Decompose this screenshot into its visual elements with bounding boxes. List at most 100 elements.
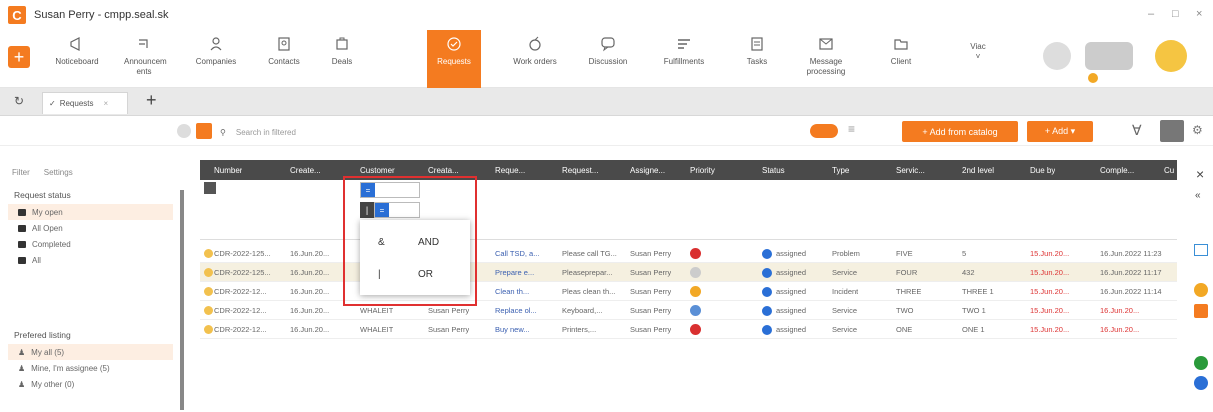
col-2nd-level[interactable]: 2nd level bbox=[962, 160, 994, 180]
toolbar-discussion[interactable]: Discussion bbox=[580, 30, 636, 88]
col-cu[interactable]: Cu bbox=[1164, 160, 1174, 180]
toolbar-fulfillments[interactable]: Fulfillments bbox=[655, 30, 713, 88]
col-priority[interactable]: Priority bbox=[690, 160, 715, 180]
sidebar-item-my-open[interactable]: My open bbox=[8, 204, 173, 220]
col-assignee[interactable]: Assigne... bbox=[630, 160, 665, 180]
table-cell: Susan Perry bbox=[630, 287, 672, 296]
tasks-icon bbox=[749, 36, 765, 52]
sidebar-scrollbar[interactable] bbox=[180, 190, 184, 410]
toolbar-message-processing[interactable]: Message processing bbox=[795, 30, 857, 88]
table-cell: 16.Jun.20... bbox=[290, 268, 330, 277]
preferred-listing-title: Prefered listing bbox=[14, 330, 71, 340]
toolbar-contacts[interactable]: Contacts bbox=[256, 30, 312, 88]
add-filter-icon[interactable]: ∀ bbox=[1132, 122, 1142, 139]
table-cell: Replace ol... bbox=[495, 306, 537, 315]
toolbar-tasks[interactable]: Tasks bbox=[735, 30, 779, 88]
filter-row-icon[interactable] bbox=[204, 182, 216, 194]
refresh-icon[interactable]: ↻ bbox=[14, 94, 24, 108]
tab-settings[interactable]: Settings bbox=[44, 168, 73, 177]
toolbar-requests[interactable]: Requests bbox=[427, 30, 481, 88]
open-external-icon[interactable] bbox=[1194, 244, 1208, 256]
toolbar-companies[interactable]: Companies bbox=[186, 30, 246, 88]
col-request[interactable]: Reque... bbox=[495, 160, 525, 180]
toolbar-work-orders[interactable]: Work orders bbox=[505, 30, 565, 88]
view-toggle-switch[interactable] bbox=[810, 124, 838, 138]
maximize-button[interactable]: □ bbox=[1172, 8, 1179, 20]
add-blue-icon[interactable] bbox=[1194, 376, 1208, 390]
preferred-item-other[interactable]: ♟ My other (0) bbox=[8, 376, 173, 392]
panel-toggle-icon[interactable] bbox=[196, 123, 212, 139]
profile-avatar[interactable] bbox=[1155, 40, 1187, 72]
table-cell: 5 bbox=[962, 249, 967, 258]
user-photo-avatar[interactable] bbox=[1043, 42, 1071, 70]
person-icon: ♟ bbox=[18, 347, 26, 357]
status-dot-icon bbox=[762, 248, 772, 259]
col-created[interactable]: Create... bbox=[290, 160, 321, 180]
search-input[interactable]: Search in filtered bbox=[236, 128, 296, 137]
cloud-sync-icon[interactable] bbox=[1085, 42, 1133, 70]
col-number[interactable]: Number bbox=[214, 160, 242, 180]
col-due-by[interactable]: Due by bbox=[1030, 160, 1055, 180]
new-plus-button[interactable]: + bbox=[8, 46, 30, 68]
col-request-desc[interactable]: Request... bbox=[562, 160, 598, 180]
sidebar-item-all-open[interactable]: All Open bbox=[8, 220, 173, 236]
back-arrow-icon[interactable] bbox=[177, 124, 191, 138]
bag-icon[interactable] bbox=[1194, 304, 1208, 318]
close-panel-icon[interactable]: × bbox=[1196, 166, 1204, 182]
list-view-icon[interactable]: ≡ bbox=[848, 122, 855, 136]
table-cell: assigned bbox=[762, 301, 806, 320]
chevron-down-icon: ˅ bbox=[975, 52, 981, 61]
tab-filter[interactable]: Filter bbox=[12, 168, 30, 177]
collapse-icon[interactable]: « bbox=[1195, 190, 1201, 201]
close-tab-icon[interactable]: × bbox=[104, 99, 109, 108]
window-title: Susan Perry - cmpp.seal.sk bbox=[34, 9, 169, 21]
folder-icon bbox=[18, 208, 26, 216]
toolbar-announcements[interactable]: Announcem ents bbox=[118, 30, 170, 88]
settings-icon[interactable]: ⚙ bbox=[1192, 123, 1203, 137]
add-button[interactable]: + Add ▾ bbox=[1027, 121, 1093, 142]
toolbar-deals[interactable]: Deals bbox=[318, 30, 366, 88]
priority-icon bbox=[690, 324, 701, 335]
search-box[interactable]: ⚲ Search in filtered bbox=[220, 123, 780, 141]
fulfillments-icon bbox=[676, 36, 692, 52]
preferred-item-my-all[interactable]: ♟ My all (5) bbox=[8, 344, 173, 360]
col-service[interactable]: Servic... bbox=[896, 160, 925, 180]
sidebar-item-completed[interactable]: Completed bbox=[8, 236, 173, 252]
minimize-button[interactable]: – bbox=[1148, 8, 1154, 20]
toolbar-client[interactable]: Client bbox=[878, 30, 924, 88]
table-cell: Susan Perry bbox=[630, 325, 672, 334]
list-toolbar: ⚲ Search in filtered ≡ + Add from catalo… bbox=[0, 116, 1213, 146]
sidebar-item-all[interactable]: All bbox=[8, 252, 173, 268]
contacts-icon bbox=[276, 36, 292, 52]
close-button[interactable]: × bbox=[1196, 8, 1202, 20]
preferred-item-assignee[interactable]: ♟ Mine, I'm assignee (5) bbox=[8, 360, 173, 376]
edit-columns-icon[interactable] bbox=[1160, 120, 1184, 142]
priority-icon bbox=[690, 267, 701, 278]
search-icon: ⚲ bbox=[220, 127, 226, 137]
discussion-icon bbox=[600, 36, 616, 52]
table-row[interactable]: CDR-2022-12... 16.Jun.20... WHALEIT Susan P… bbox=[200, 320, 1177, 339]
table-cell: Buy new... bbox=[495, 325, 530, 334]
status-dot-icon bbox=[762, 267, 772, 278]
megaphone-icon bbox=[69, 36, 85, 52]
tab-requests[interactable]: ✓ Requests × bbox=[42, 92, 128, 114]
table-cell: 15.Jun.20... bbox=[1030, 325, 1070, 334]
table-cell: assigned bbox=[762, 320, 806, 339]
table-cell bbox=[690, 244, 701, 263]
table-cell: Susan Perry bbox=[630, 268, 672, 277]
main-toolbar: + Noticeboard Announcem ents Companies C… bbox=[0, 30, 1213, 88]
col-status[interactable]: Status bbox=[762, 160, 785, 180]
col-completed[interactable]: Comple... bbox=[1100, 160, 1134, 180]
col-type[interactable]: Type bbox=[832, 160, 849, 180]
table-cell: Pleas clean th... bbox=[562, 287, 616, 296]
add-from-catalog-button[interactable]: + Add from catalog bbox=[902, 121, 1018, 142]
toolbar-more[interactable]: Viac ˅ bbox=[958, 30, 998, 88]
add-green-icon[interactable] bbox=[1194, 356, 1208, 370]
add-tab-button[interactable]: + bbox=[146, 90, 157, 111]
table-cell: 432 bbox=[962, 268, 975, 277]
toolbar-noticeboard[interactable]: Noticeboard bbox=[48, 30, 106, 88]
face-icon[interactable] bbox=[1194, 283, 1208, 297]
status-dot-icon bbox=[762, 324, 772, 335]
notification-dot-icon bbox=[1088, 73, 1098, 83]
table-cell: Call TSD, a... bbox=[495, 249, 540, 258]
